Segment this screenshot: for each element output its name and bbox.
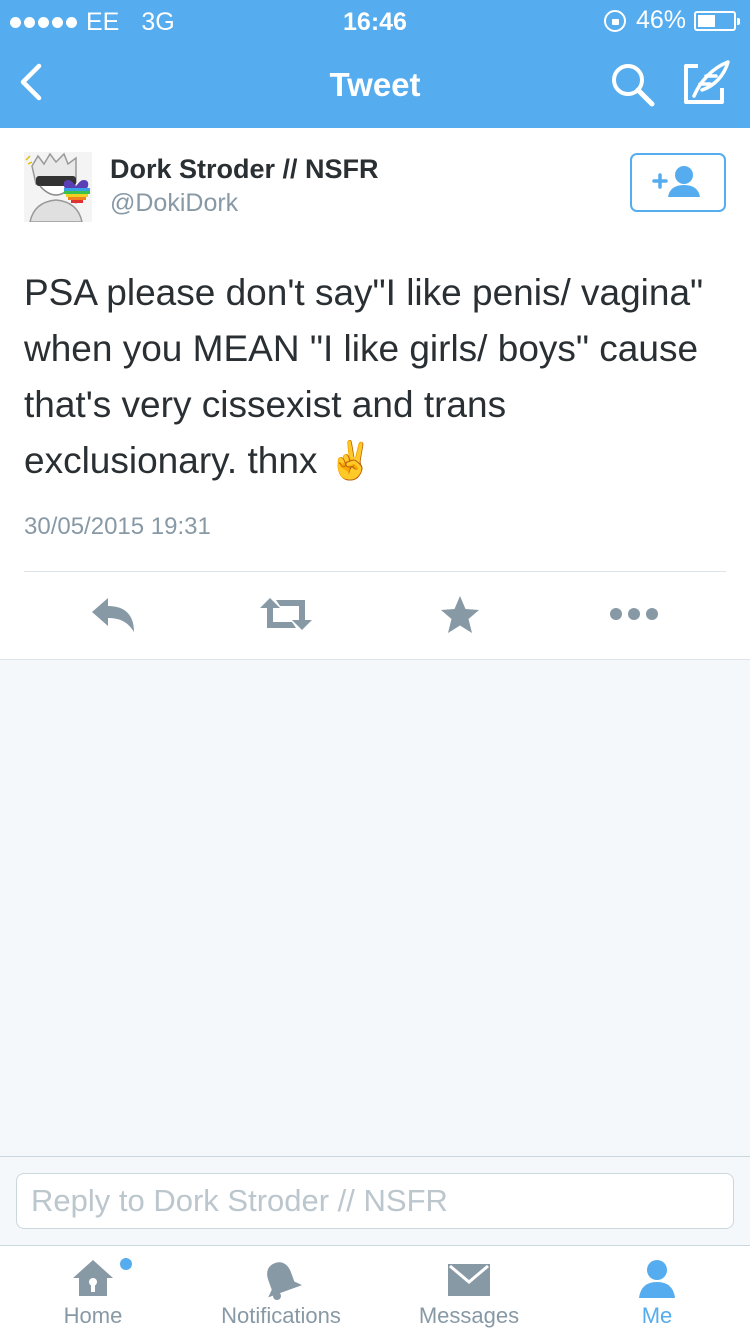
battery-fill (698, 14, 715, 27)
tab-label-notifications: Notifications (221, 1303, 341, 1328)
envelope-icon (448, 1264, 490, 1296)
tab-home[interactable]: Home (40, 1246, 146, 1334)
tab-messages[interactable]: Messages (402, 1246, 536, 1334)
tweet-detail-card: Dork Stroder // NSFR @DokiDork PSA pleas… (0, 128, 750, 660)
favorite-star-icon[interactable] (438, 594, 482, 636)
tab-bar: Home Notifications Messages Me (0, 1246, 750, 1334)
author-name[interactable]: Dork Stroder // NSFR (110, 154, 379, 185)
avatar[interactable] (24, 152, 92, 222)
status-bar: EE 3G 16:46 46% (0, 0, 750, 42)
app-header: EE 3G 16:46 46% Tweet (0, 0, 750, 128)
tab-label-me: Me (641, 1303, 673, 1328)
home-icon (73, 1260, 113, 1296)
compose-icon[interactable] (680, 58, 732, 108)
tab-label-home: Home (63, 1303, 123, 1328)
tab-notifications[interactable]: Notifications (206, 1246, 356, 1334)
status-right: 46% (603, 6, 740, 35)
tab-me[interactable]: Me (616, 1246, 698, 1334)
bell-icon (267, 1262, 303, 1300)
author-handle[interactable]: @DokiDork (110, 189, 238, 218)
battery-percent: 46% (635, 6, 686, 34)
search-icon[interactable] (608, 60, 658, 110)
battery-icon (694, 10, 740, 31)
rotation-lock-icon (603, 9, 626, 32)
follow-button[interactable] (630, 153, 726, 212)
reply-composer (0, 1156, 750, 1246)
tab-label-messages: Messages (418, 1303, 520, 1328)
person-icon (639, 1260, 675, 1298)
reply-input[interactable] (16, 1173, 734, 1229)
more-options-icon[interactable] (606, 594, 662, 634)
add-user-icon (652, 166, 700, 197)
battery-tip (737, 17, 740, 25)
tweet-timestamp: 30/05/2015 19:31 (24, 513, 211, 540)
retweet-icon[interactable] (258, 594, 314, 634)
reply-icon[interactable] (88, 594, 138, 634)
tweet-text: PSA please don't say"I like penis/ vagin… (24, 272, 704, 481)
home-badge-dot (120, 1258, 132, 1270)
divider (24, 571, 726, 572)
